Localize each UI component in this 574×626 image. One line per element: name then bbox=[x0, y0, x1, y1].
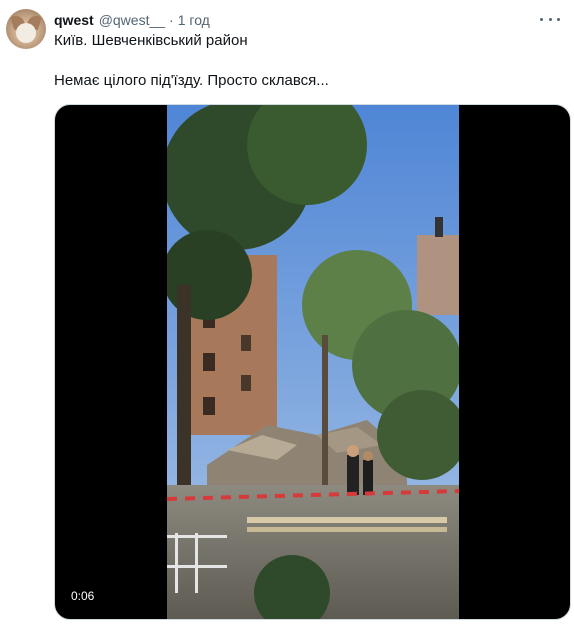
user-handle[interactable]: @qwest__ bbox=[99, 12, 165, 28]
building bbox=[417, 235, 459, 315]
tweet-header: qwest @qwest__ · 1 год bbox=[54, 11, 210, 29]
more-icon-dot bbox=[548, 17, 552, 21]
tweet: qwest @qwest__ · 1 год Київ. Шевченківсь… bbox=[0, 0, 574, 626]
separator-dot: · bbox=[169, 12, 174, 28]
more-icon[interactable] bbox=[540, 10, 560, 28]
tweet-text-line: Київ. Шевченківський район bbox=[54, 32, 248, 49]
more-icon-dot bbox=[540, 17, 543, 21]
avatar-face bbox=[16, 23, 36, 43]
avatar[interactable] bbox=[6, 9, 46, 49]
tweet-text-line: Немає цілого під'їзду. Просто склався... bbox=[54, 72, 329, 89]
timestamp[interactable]: 1 год bbox=[178, 12, 210, 28]
more-icon-dot bbox=[557, 17, 560, 21]
video-frame[interactable] bbox=[167, 105, 459, 619]
video-player[interactable]: 0:06 bbox=[54, 104, 571, 620]
display-name[interactable]: qwest bbox=[54, 12, 94, 28]
video-duration: 0:06 bbox=[67, 587, 99, 605]
tweet-text: Київ. Шевченківський район Немає цілого … bbox=[54, 31, 554, 91]
video-still bbox=[167, 105, 459, 619]
